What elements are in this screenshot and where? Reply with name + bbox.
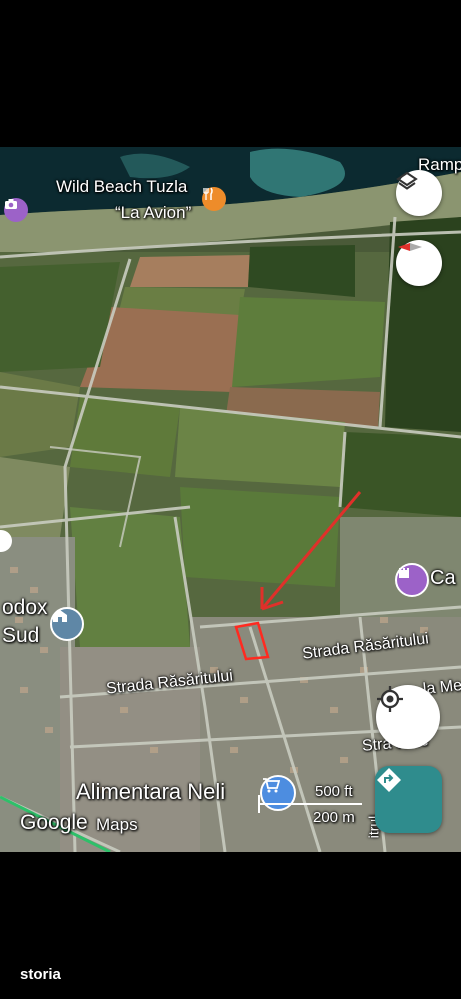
odox-label: odox: [2, 596, 48, 619]
scale-imperial-label: 500 ft: [315, 783, 353, 800]
shopping-cart-poi-icon[interactable]: [260, 775, 296, 811]
scale-bar: [258, 803, 362, 805]
scale-metric-label: 200 m: [313, 809, 355, 826]
google-logo: Google: [20, 811, 88, 834]
compass-icon: [398, 243, 422, 251]
maps-logo-text: Maps: [96, 815, 138, 834]
directions-button[interactable]: [375, 766, 442, 833]
layers-icon: [396, 171, 418, 190]
storia-logo: storia: [20, 966, 61, 983]
compass-button[interactable]: [396, 240, 442, 286]
alimentara-label: Alimentara Neli: [76, 779, 226, 804]
camera-poi-icon[interactable]: [4, 198, 28, 222]
la-avion-label: “La Avion”: [115, 203, 192, 222]
directions-icon: [377, 768, 401, 792]
wild-beach-label: Wild Beach Tuzla: [56, 177, 188, 196]
church-poi-icon[interactable]: [50, 607, 84, 641]
castle-poi-icon[interactable]: [395, 563, 429, 597]
my-location-icon: [377, 686, 403, 712]
satellite-map[interactable]: Wild Beach Tuzla “La Avion” Ramp Ca odox…: [0, 147, 461, 852]
my-location-button[interactable]: [376, 685, 440, 749]
ca-label: Ca: [430, 567, 456, 589]
scale-bar-tick: [258, 795, 260, 813]
restaurant-poi-icon[interactable]: [202, 187, 226, 211]
layers-button[interactable]: [396, 170, 442, 216]
sud-label: Sud: [2, 624, 40, 647]
